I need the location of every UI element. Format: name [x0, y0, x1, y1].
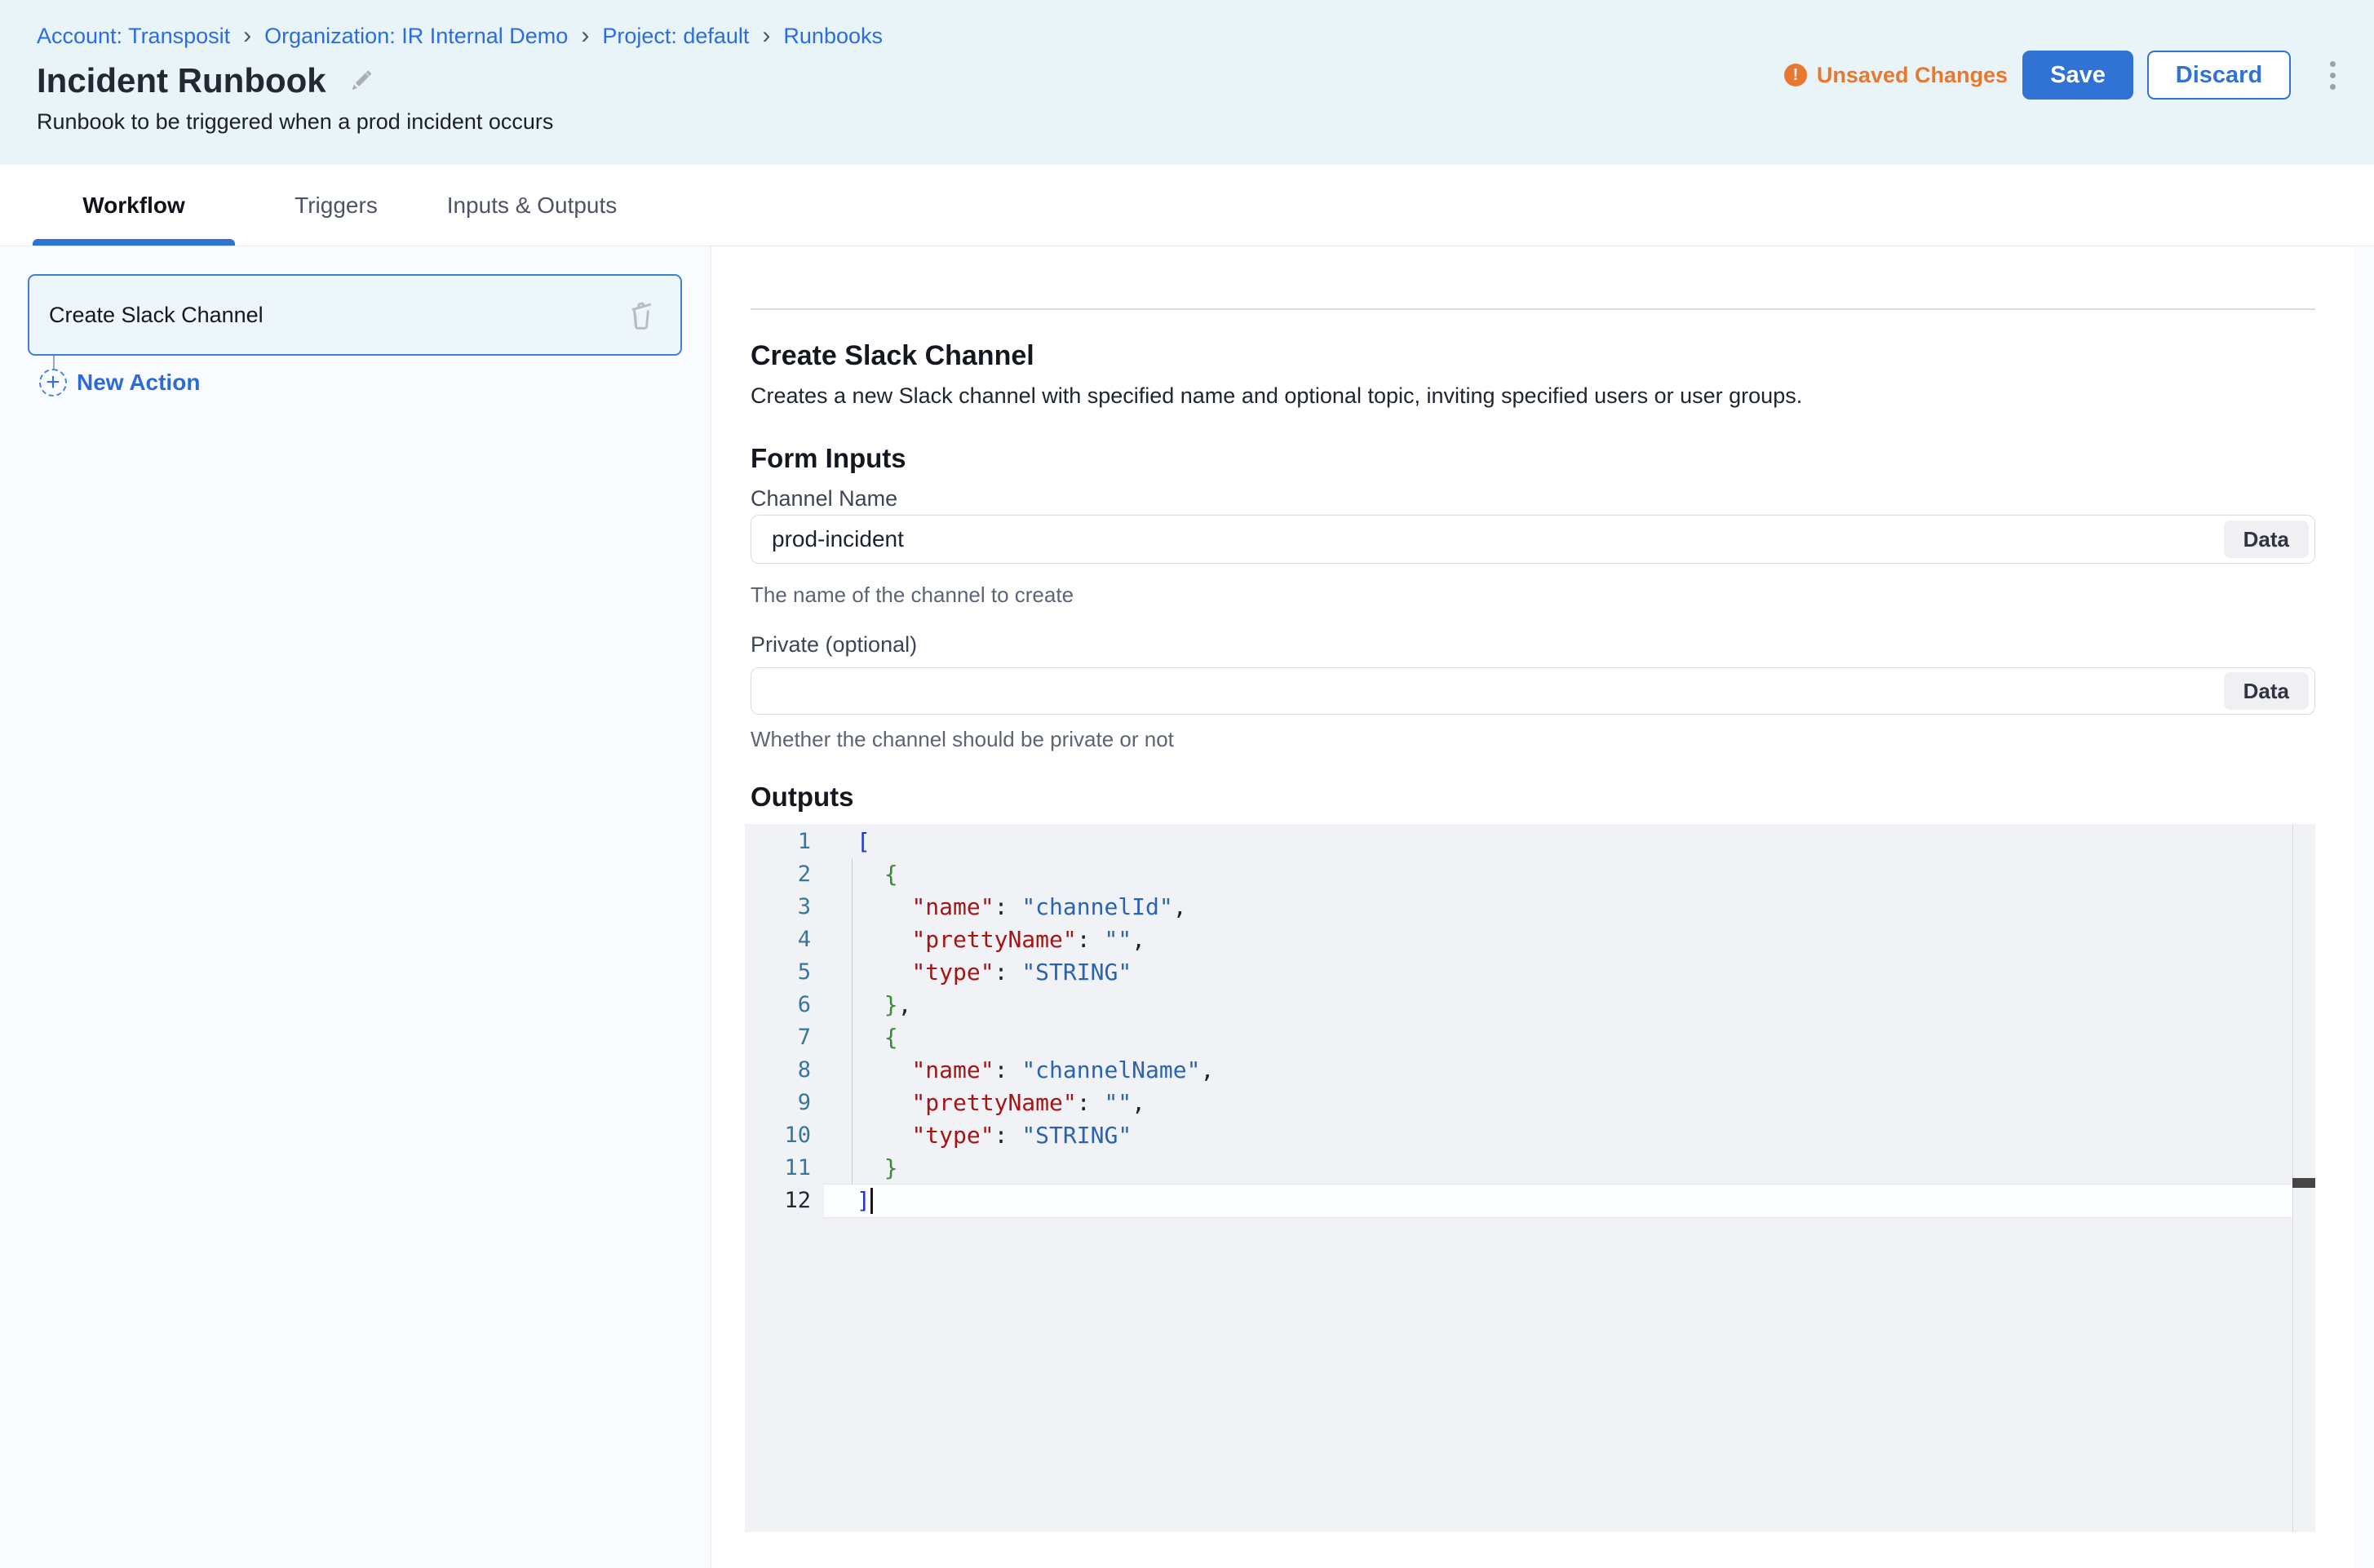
line-number: 9	[745, 1087, 824, 1119]
line-number: 8	[745, 1054, 824, 1087]
code-line-2[interactable]: 2 {	[745, 858, 2315, 891]
code-line-11[interactable]: 11 }	[745, 1152, 2315, 1185]
plus-icon: +	[39, 369, 67, 396]
section-divider	[751, 308, 2315, 310]
code-line-7[interactable]: 7 {	[745, 1021, 2315, 1054]
code-line-3[interactable]: 3 "name": "channelId",	[745, 891, 2315, 924]
line-number: 12	[745, 1185, 824, 1217]
discard-button[interactable]: Discard	[2147, 51, 2291, 100]
page-header: Account: Transposit › Organization: IR I…	[0, 0, 2374, 166]
tab-triggers[interactable]: Triggers	[235, 165, 437, 246]
form-inputs-heading: Form Inputs	[751, 442, 906, 475]
channel-name-data-button[interactable]: Data	[2224, 520, 2309, 558]
action-card-create-slack-channel[interactable]: Create Slack Channel	[28, 274, 682, 356]
breadcrumb-separator: ›	[762, 24, 770, 48]
breadcrumb-account-link[interactable]: Account: Transposit	[37, 23, 230, 49]
action-detail-description: Creates a new Slack channel with specifi…	[751, 382, 1802, 410]
action-detail-panel: Create Slack Channel Creates a new Slack…	[712, 246, 2354, 1568]
code-line-10[interactable]: 10 "type": "STRING"	[745, 1119, 2315, 1152]
tab-inputs-outputs[interactable]: Inputs & Outputs	[437, 165, 627, 246]
line-number: 5	[745, 956, 824, 989]
unsaved-changes-label: Unsaved Changes	[1817, 63, 2008, 88]
overview-ruler-cursor-mark	[2292, 1178, 2315, 1188]
outputs-code-editor[interactable]: 1[2 {3 "name": "channelId",4 "prettyName…	[745, 824, 2315, 1532]
edit-title-pencil-icon[interactable]	[344, 64, 377, 97]
indent-guide-line	[852, 858, 853, 1185]
action-card-label: Create Slack Channel	[49, 303, 625, 328]
code-line-9[interactable]: 9 "prettyName": "",	[745, 1087, 2315, 1119]
code-line-12[interactable]: 12]	[745, 1185, 2315, 1217]
line-number: 6	[745, 989, 824, 1021]
line-number: 4	[745, 924, 824, 956]
alert-icon: !	[1784, 64, 1807, 86]
code-line-6[interactable]: 6 },	[745, 989, 2315, 1021]
line-number: 3	[745, 891, 824, 924]
unsaved-changes-badge: ! Unsaved Changes	[1784, 63, 2008, 88]
breadcrumb-organization-link[interactable]: Organization: IR Internal Demo	[264, 23, 568, 49]
channel-name-label: Channel Name	[751, 485, 897, 512]
line-number: 11	[745, 1152, 824, 1185]
page-title: Incident Runbook	[37, 60, 326, 101]
breadcrumb-runbooks-link[interactable]: Runbooks	[783, 23, 883, 49]
outputs-heading: Outputs	[751, 781, 853, 813]
private-label: Private (optional)	[751, 631, 917, 658]
action-detail-title: Create Slack Channel	[751, 339, 1034, 373]
active-tab-underline	[33, 239, 235, 246]
runbook-description: Runbook to be triggered when a prod inci…	[37, 109, 553, 135]
line-number: 7	[745, 1021, 824, 1054]
line-number: 10	[745, 1119, 824, 1152]
workflow-steps-panel: Create Slack Channel + New Action	[0, 246, 711, 1568]
step-connector-line	[53, 356, 55, 369]
channel-name-helper-text: The name of the channel to create	[751, 582, 1074, 608]
code-line-8[interactable]: 8 "name": "channelName",	[745, 1054, 2315, 1087]
private-helper-text: Whether the channel should be private or…	[751, 726, 1174, 752]
breadcrumb-separator: ›	[581, 24, 589, 48]
tab-workflow[interactable]: Workflow	[33, 165, 235, 246]
line-number: 1	[745, 826, 824, 858]
breadcrumb: Account: Transposit › Organization: IR I…	[37, 23, 883, 49]
code-line-5[interactable]: 5 "type": "STRING"	[745, 956, 2315, 989]
page-background-strip	[2354, 246, 2374, 1568]
delete-action-trash-icon[interactable]	[625, 299, 658, 331]
text-cursor	[870, 1188, 873, 1214]
save-button[interactable]: Save	[2022, 51, 2133, 100]
code-line-4[interactable]: 4 "prettyName": "",	[745, 924, 2315, 956]
private-input[interactable]	[751, 667, 2315, 715]
breadcrumb-separator: ›	[243, 24, 251, 48]
private-data-button[interactable]: Data	[2224, 672, 2309, 710]
new-action-button[interactable]: + New Action	[39, 369, 200, 396]
breadcrumb-project-link[interactable]: Project: default	[602, 23, 749, 49]
new-action-label: New Action	[77, 370, 200, 396]
channel-name-input[interactable]	[751, 515, 2315, 564]
more-options-kebab-icon[interactable]	[2323, 57, 2341, 93]
code-line-1[interactable]: 1[	[745, 826, 2315, 858]
tab-bar: Workflow Triggers Inputs & Outputs	[0, 165, 2374, 246]
line-number: 2	[745, 858, 824, 891]
code-lines: 1[2 {3 "name": "channelId",4 "prettyName…	[745, 826, 2315, 1217]
